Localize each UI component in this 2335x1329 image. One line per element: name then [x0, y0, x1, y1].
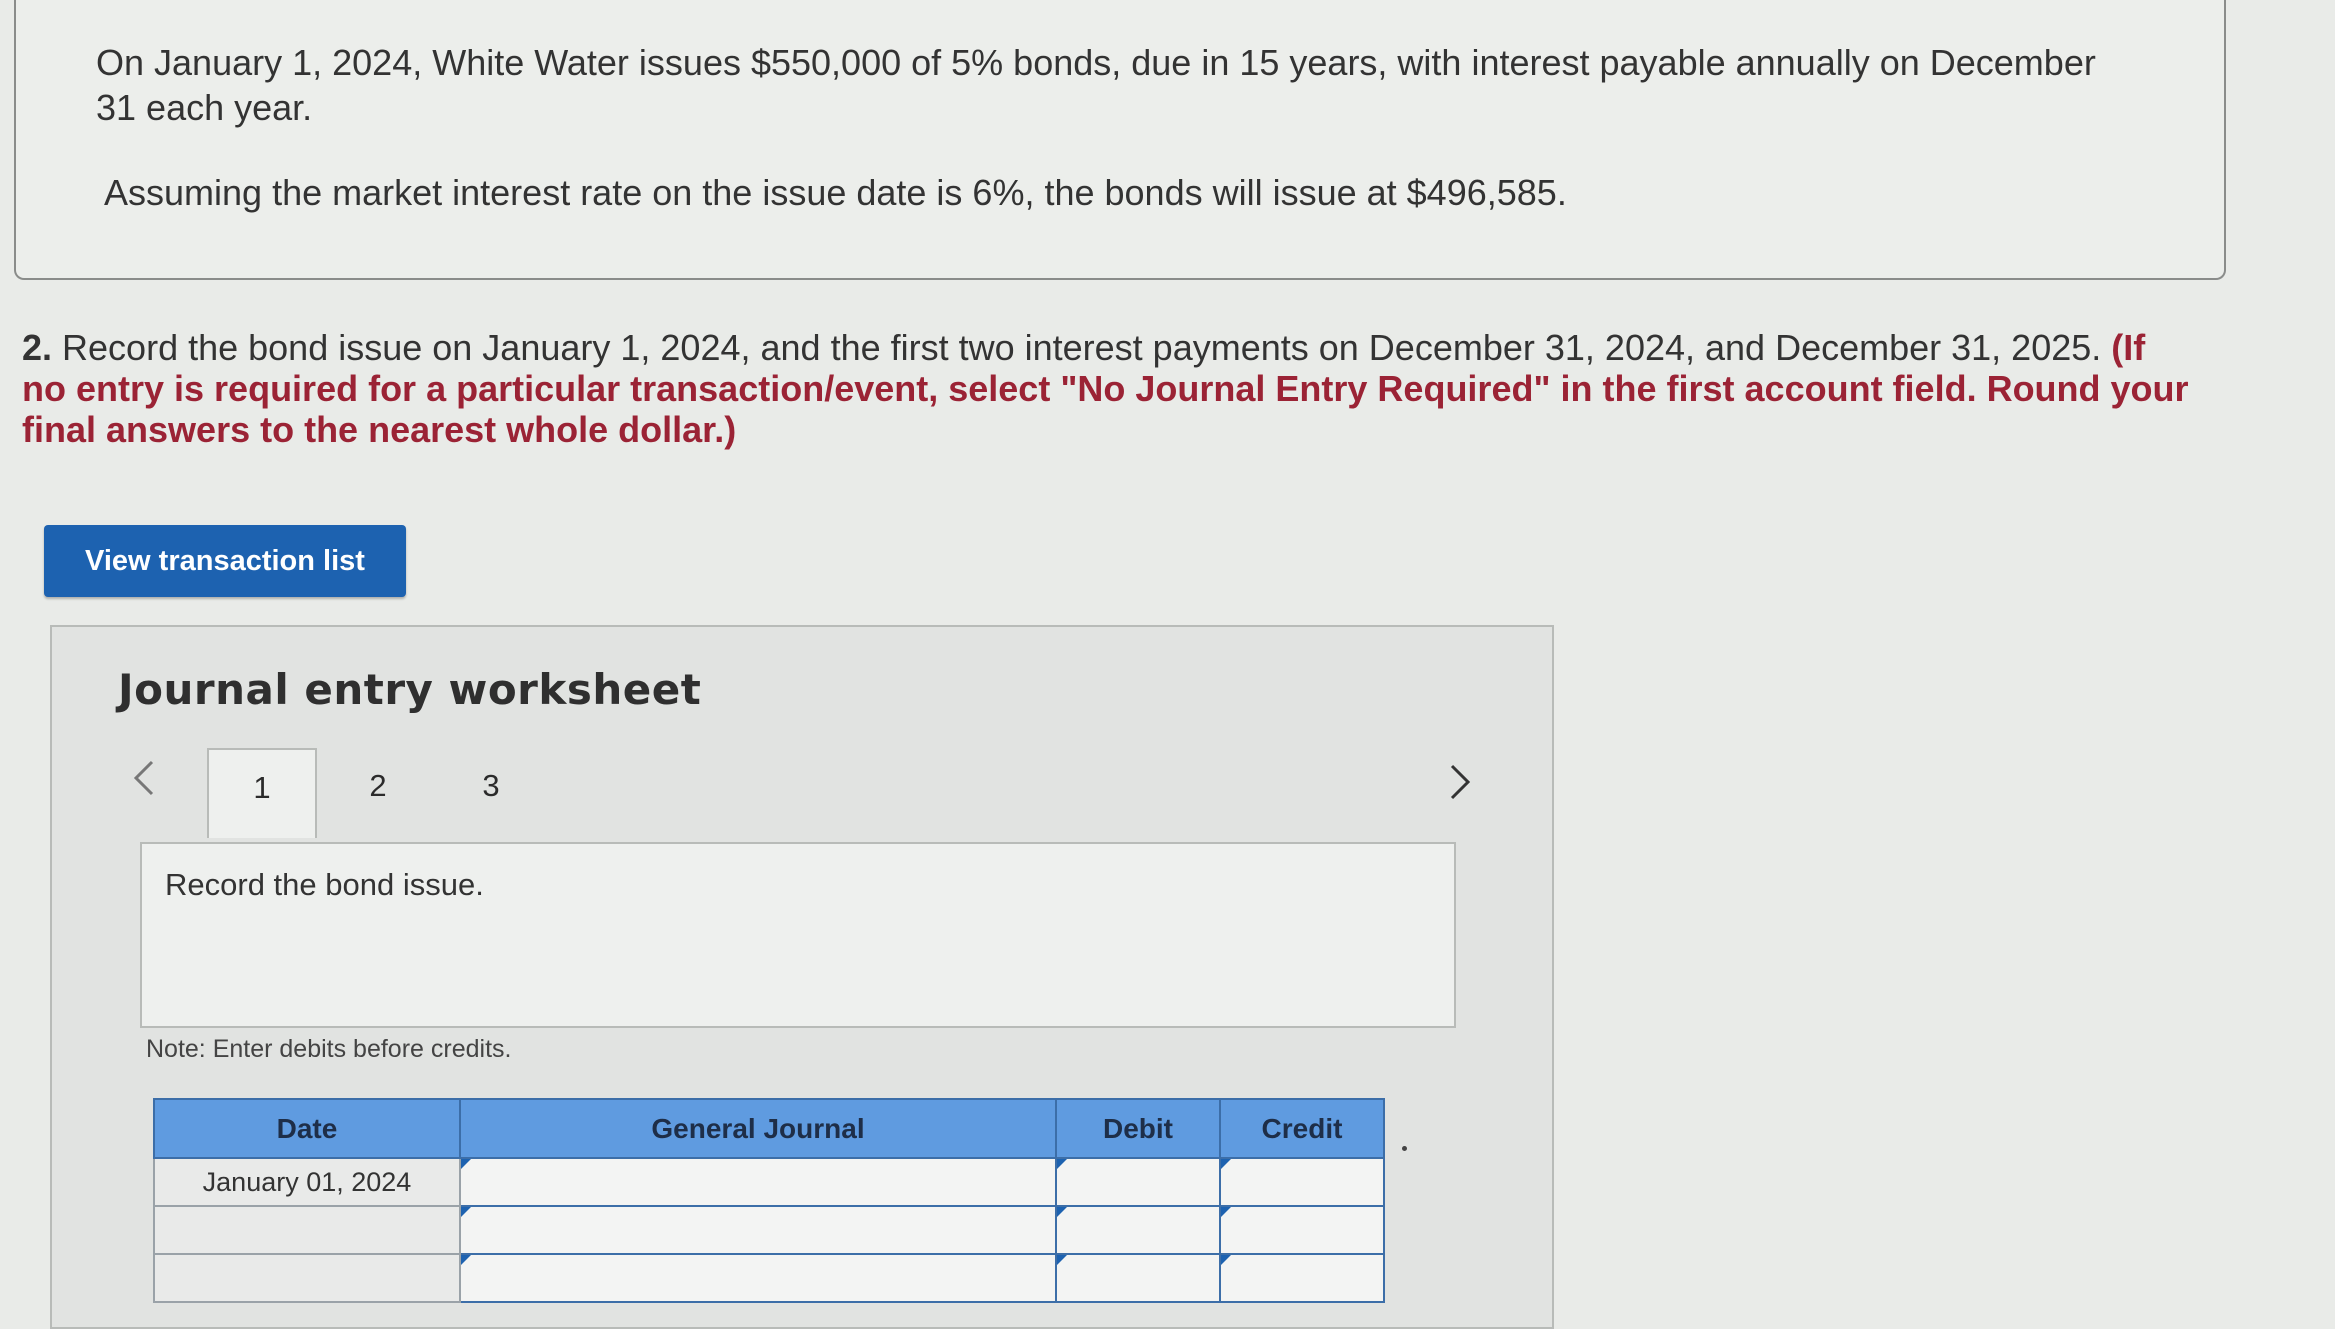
account-input[interactable]	[459, 1157, 1057, 1207]
credit-input[interactable]	[1219, 1157, 1385, 1207]
account-input[interactable]	[459, 1253, 1057, 1303]
column-header-credit: Credit	[1219, 1098, 1385, 1159]
date-cell	[153, 1253, 461, 1303]
date-cell: January 01, 2024	[153, 1157, 461, 1207]
debit-input[interactable]	[1055, 1205, 1221, 1255]
problem-text-line2: Assuming the market interest rate on the…	[104, 172, 1567, 213]
column-header-debit: Debit	[1055, 1098, 1221, 1159]
tab-2[interactable]: 2	[323, 748, 433, 838]
debit-input[interactable]	[1055, 1253, 1221, 1303]
tab-3[interactable]: 3	[436, 748, 546, 838]
question-number: 2.	[22, 327, 53, 368]
date-cell	[153, 1205, 461, 1255]
credit-input[interactable]	[1219, 1205, 1385, 1255]
journal-table: Date General Journal Debit Credit Januar…	[153, 1098, 1385, 1303]
table-row	[153, 1205, 1385, 1255]
tab-1[interactable]: 1	[207, 748, 317, 838]
worksheet-title: Journal entry worksheet	[118, 665, 702, 714]
question-body: Record the bond issue on January 1, 2024…	[52, 327, 2112, 368]
column-header-date: Date	[153, 1098, 461, 1159]
problem-text-line1: On January 1, 2024, White Water issues $…	[96, 42, 2096, 128]
table-row: January 01, 2024	[153, 1157, 1385, 1207]
question-text: 2. Record the bond issue on January 1, 2…	[22, 327, 2192, 450]
view-transaction-list-button[interactable]: View transaction list	[44, 525, 406, 597]
account-input[interactable]	[459, 1205, 1057, 1255]
column-header-general-journal: General Journal	[459, 1098, 1057, 1159]
credit-input[interactable]	[1219, 1253, 1385, 1303]
chevron-left-icon[interactable]	[130, 758, 156, 808]
debit-input[interactable]	[1055, 1157, 1221, 1207]
table-row	[153, 1253, 1385, 1303]
entry-note: Note: Enter debits before credits.	[146, 1035, 512, 1063]
decorative-dot	[1402, 1146, 1407, 1151]
transaction-prompt: Record the bond issue.	[165, 867, 484, 902]
chevron-right-icon[interactable]	[1448, 762, 1474, 812]
